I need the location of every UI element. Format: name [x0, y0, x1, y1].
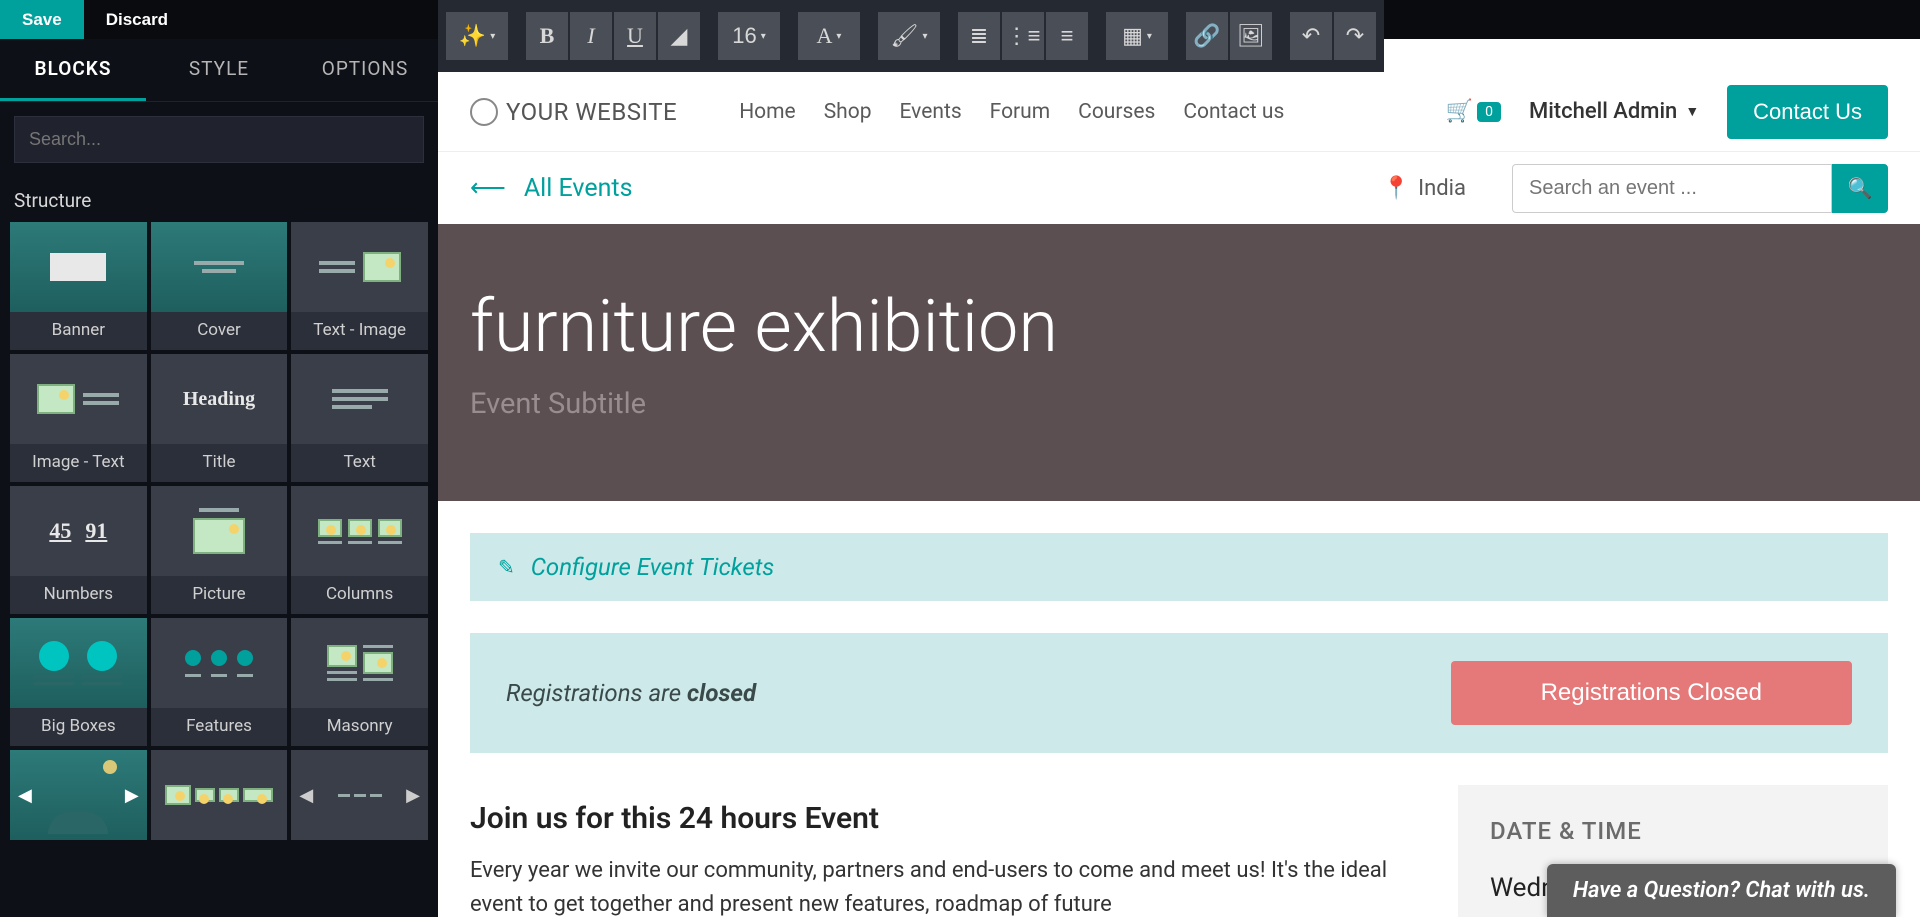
tab-style[interactable]: STYLE [146, 39, 292, 101]
cart-button[interactable]: 🛒 0 [1446, 99, 1501, 124]
configure-tickets-bar: ✎ Configure Event Tickets [470, 533, 1888, 601]
link-icon: 🔗 [1193, 23, 1220, 49]
nav-events[interactable]: Events [900, 100, 962, 124]
eraser-icon: ◢ [671, 23, 688, 49]
highlight-dropdown[interactable]: 🖌▾ [878, 12, 940, 60]
cart-icon: 🛒 [1446, 99, 1473, 124]
sidebar-tabs: BLOCKS STYLE OPTIONS [0, 39, 438, 102]
clear-format-button[interactable]: ◢ [658, 12, 700, 60]
logo-text: YOUR WEBSITE [506, 98, 677, 126]
website-canvas[interactable]: YOUR WEBSITE Home Shop Events Forum Cour… [438, 72, 1920, 917]
text-color-dropdown[interactable]: A▾ [798, 12, 860, 60]
sidebar-search [14, 116, 424, 163]
discard-button[interactable]: Discard [84, 0, 190, 39]
configure-tickets-link[interactable]: Configure Event Tickets [531, 553, 775, 581]
save-button[interactable]: Save [0, 0, 84, 39]
block-text-image[interactable]: Text - Image [291, 222, 428, 350]
block-text[interactable]: Text [291, 354, 428, 482]
magic-wand-button[interactable]: ✨▾ [446, 12, 508, 60]
nav-contact[interactable]: Contact us [1183, 100, 1284, 124]
block-numbers[interactable]: 4591 Numbers [10, 486, 147, 614]
blocks-grid: Banner Cover Text - Image Image - Text H… [10, 222, 428, 840]
chat-widget[interactable]: Have a Question? Chat with us. [1547, 864, 1896, 917]
block-carousel[interactable]: ◀▶ [10, 750, 147, 840]
block-slider[interactable]: ◀▶ [291, 750, 428, 840]
globe-icon [470, 98, 498, 126]
date-time-heading: DATE & TIME [1490, 817, 1856, 845]
tab-options[interactable]: OPTIONS [292, 39, 438, 101]
rte-toolbar: ✨▾ B I U ◢ 16▾ A▾ 🖌▾ ≣ ⋮≡ ≡ ▦▾ 🔗 🖼 ↶ ↷ [438, 0, 1384, 72]
sidebar-search-input[interactable] [14, 116, 424, 163]
align-button[interactable]: ≡ [1046, 12, 1088, 60]
user-dropdown[interactable]: Mitchell Admin ▼ [1529, 99, 1699, 124]
back-all-events[interactable]: ⟵ All Events [470, 173, 633, 203]
location-link[interactable]: 📍 India [1383, 176, 1466, 201]
underline-button[interactable]: U [614, 12, 656, 60]
redo-button[interactable]: ↷ [1334, 12, 1376, 60]
table-icon: ▦ [1122, 23, 1143, 49]
block-title[interactable]: Heading Title [151, 354, 288, 482]
block-cover[interactable]: Cover [151, 222, 288, 350]
ul-icon: ≣ [970, 23, 988, 49]
nav-shop[interactable]: Shop [824, 100, 872, 124]
magic-wand-icon: ✨ [459, 23, 486, 49]
redo-icon: ↷ [1346, 23, 1364, 49]
block-features[interactable]: Features [151, 618, 288, 746]
search-icon: 🔍 [1848, 178, 1873, 200]
block-picture[interactable]: Picture [151, 486, 288, 614]
content-heading[interactable]: Join us for this 24 hours Event [470, 801, 1418, 836]
image-icon: 🖼 [1237, 23, 1265, 49]
arrow-left-icon: ⟵ [470, 173, 506, 203]
align-icon: ≡ [1061, 23, 1074, 49]
table-dropdown[interactable]: ▦▾ [1106, 12, 1168, 60]
blocks-scroll[interactable]: Structure Banner Cover Text - Image Imag… [0, 177, 438, 917]
registrations-closed-button[interactable]: Registrations Closed [1451, 661, 1852, 725]
ordered-list-button[interactable]: ⋮≡ [1002, 12, 1044, 60]
undo-button[interactable]: ↶ [1290, 12, 1332, 60]
block-mosaic[interactable] [151, 750, 288, 840]
image-button[interactable]: 🖼 [1230, 12, 1272, 60]
event-description[interactable]: Join us for this 24 hours Event Every ye… [470, 785, 1418, 917]
cart-count: 0 [1477, 102, 1501, 122]
structure-heading: Structure [10, 177, 428, 222]
block-image-text[interactable]: Image - Text [10, 354, 147, 482]
registration-status-text: Registrations are closed [506, 679, 756, 707]
nav-courses[interactable]: Courses [1078, 100, 1155, 124]
nav-forum[interactable]: Forum [990, 100, 1050, 124]
event-subbar: ⟵ All Events 📍 India 🔍 [438, 152, 1920, 224]
main-nav: Home Shop Events Forum Courses Contact u… [739, 100, 1284, 124]
event-subtitle[interactable]: Event Subtitle [470, 387, 1888, 421]
contact-us-button[interactable]: Contact Us [1727, 85, 1888, 139]
event-search-button[interactable]: 🔍 [1832, 164, 1888, 213]
content-body[interactable]: Every year we invite our community, part… [470, 854, 1418, 917]
block-big-boxes[interactable]: Big Boxes [10, 618, 147, 746]
block-masonry[interactable]: Masonry [291, 618, 428, 746]
undo-icon: ↶ [1302, 23, 1320, 49]
event-search-input[interactable] [1512, 164, 1832, 213]
bold-button[interactable]: B [526, 12, 568, 60]
pencil-icon: ✎ [498, 555, 515, 579]
text-color-icon: A [817, 23, 833, 49]
block-banner[interactable]: Banner [10, 222, 147, 350]
event-title[interactable]: furniture exhibition [470, 284, 1888, 369]
tab-blocks[interactable]: BLOCKS [0, 39, 146, 101]
registration-bar: Registrations are closed Registrations C… [470, 633, 1888, 753]
nav-home[interactable]: Home [739, 100, 796, 124]
map-pin-icon: 📍 [1383, 176, 1410, 201]
ol-icon: ⋮≡ [1006, 23, 1041, 49]
block-columns[interactable]: Columns [291, 486, 428, 614]
site-header: YOUR WEBSITE Home Shop Events Forum Cour… [438, 72, 1920, 152]
font-size-dropdown[interactable]: 16▾ [718, 12, 780, 60]
chevron-down-icon: ▼ [1685, 103, 1699, 120]
link-button[interactable]: 🔗 [1186, 12, 1228, 60]
event-hero[interactable]: furniture exhibition Event Subtitle [438, 224, 1920, 501]
event-search: 🔍 [1512, 164, 1888, 213]
italic-button[interactable]: I [570, 12, 612, 60]
brush-icon: 🖌 [891, 23, 919, 49]
site-logo[interactable]: YOUR WEBSITE [470, 98, 677, 126]
editor-sidebar: BLOCKS STYLE OPTIONS Structure Banner Co… [0, 39, 438, 917]
unordered-list-button[interactable]: ≣ [958, 12, 1000, 60]
